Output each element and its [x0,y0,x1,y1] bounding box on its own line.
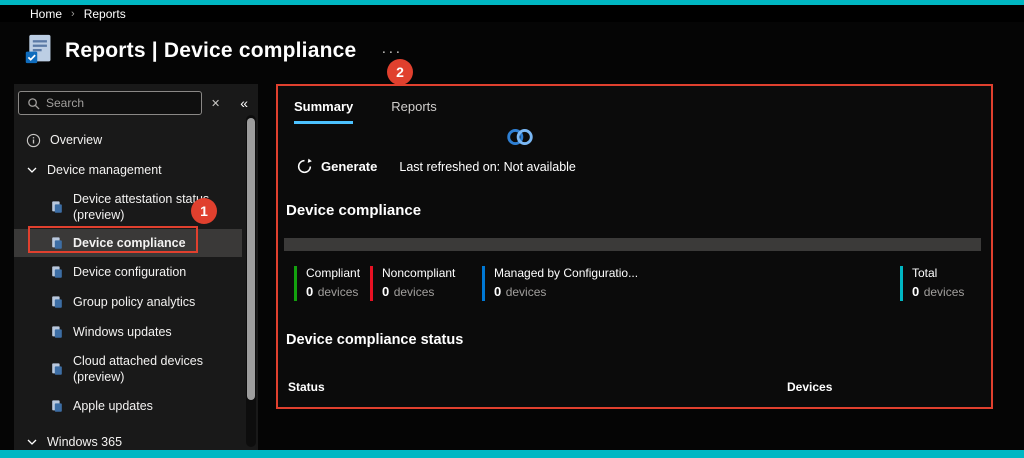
device-compliance-status-heading: Device compliance status [286,332,464,348]
report-icon [50,362,64,376]
breadcrumb-separator-icon: › [71,7,75,20]
status-table-header: Status Devices [278,380,991,402]
report-icon [50,200,64,214]
tab-summary[interactable]: Summary [294,99,354,124]
stat-value: 0 devices [306,284,359,299]
sidebar-item-device-compliance[interactable]: Device compliance [14,229,242,257]
device-compliance-heading: Device compliance [286,202,422,219]
stat-value: 0 devices [912,284,965,299]
column-header-status: Status [288,380,325,394]
stat-label: Compliant [306,266,361,280]
last-refreshed-text: Last refreshed on: Not available [399,159,576,174]
generate-button[interactable]: Generate [296,158,377,175]
bottom-accent-bar [0,450,1024,458]
sidebar-item-label: Device configuration [73,265,187,279]
sidebar-item-device-management[interactable]: Device management [14,155,242,185]
stat-label: Managed by Configuratio... [494,266,639,280]
breadcrumb-home[interactable]: Home [30,7,62,21]
more-menu-button[interactable]: ··· [381,43,402,60]
sidebar-item-label: Windows 365 [47,435,123,449]
main-panel: Summary Reports Generate Last refreshed … [276,84,993,409]
search-icon [27,97,40,110]
reports-page-icon [24,33,54,70]
report-icon [50,295,64,309]
sidebar-item-label: Overview [50,133,103,147]
info-icon [26,133,41,148]
report-icon [50,265,64,279]
sidebar-item-group-policy-analytics[interactable]: Group policy analytics [14,287,242,317]
sidebar-scrollbar[interactable] [246,115,256,447]
compliance-total-bar [284,238,981,251]
stat-value: 0 devices [382,284,435,299]
report-icon [50,325,64,339]
stat-total: Total 0 devices [900,266,964,301]
sidebar-item-label: Windows updates [73,325,172,339]
search-input[interactable] [46,96,193,110]
stat-managed-by-configuration: Managed by Configuratio... 0 devices [482,266,638,301]
sidebar-item-device-configuration[interactable]: Device configuration [14,257,242,287]
generate-button-label: Generate [321,159,378,174]
tab-reports[interactable]: Reports [391,99,437,124]
sidebar-item-label: Device attestation status (preview) [73,191,210,223]
column-header-devices: Devices [787,380,833,394]
stat-value: 0 devices [494,284,547,299]
stat-label: Noncompliant [382,266,456,280]
clear-search-button[interactable]: ✕ [211,97,220,110]
sidebar-item-label: Group policy analytics [73,295,196,309]
sidebar-item-label: Apple updates [73,399,153,413]
sidebar-item-label: Cloud attached devices (preview) [73,353,203,385]
generate-row: Generate Last refreshed on: Not availabl… [296,158,576,175]
sidebar-item-label: Device compliance [73,236,186,250]
search-input-wrapper [18,91,202,115]
annotation-badge-1: 1 [191,198,217,224]
loading-spinner-icon [504,126,536,153]
sidebar-scrollbar-thumb[interactable] [247,118,255,400]
sidebar-item-overview[interactable]: Overview [14,125,242,155]
refresh-icon [296,158,313,175]
sidebar-item-label: Device management [47,163,162,177]
breadcrumb: Home › Reports [0,5,1024,22]
breadcrumb-reports[interactable]: Reports [84,7,126,21]
report-icon [50,399,64,413]
annotation-badge-2: 2 [387,59,413,85]
sidebar-item-windows-updates[interactable]: Windows updates [14,317,242,347]
sidebar-item-apple-updates[interactable]: Apple updates [14,391,242,421]
stat-compliant: Compliant 0 devices [294,266,360,301]
sidebar-item-cloud-attached-devices[interactable]: Cloud attached devices (preview) [14,347,242,391]
chevron-down-icon [26,164,38,176]
sidebar-search-row: ✕ « [14,84,258,121]
page-title: Reports | Device compliance [65,39,357,62]
chevron-down-icon [26,436,38,448]
tab-bar: Summary Reports [294,99,437,124]
sidebar-nav: Overview Device management Device attest… [14,125,242,457]
stat-noncompliant: Noncompliant 0 devices [370,266,455,301]
page-header: Reports | Device compliance ··· [24,24,1024,78]
report-icon [50,236,64,250]
stat-label: Total [912,266,938,280]
sidebar: ✕ « Overview Device management De [14,84,258,450]
collapse-sidebar-button[interactable]: « [240,95,248,111]
